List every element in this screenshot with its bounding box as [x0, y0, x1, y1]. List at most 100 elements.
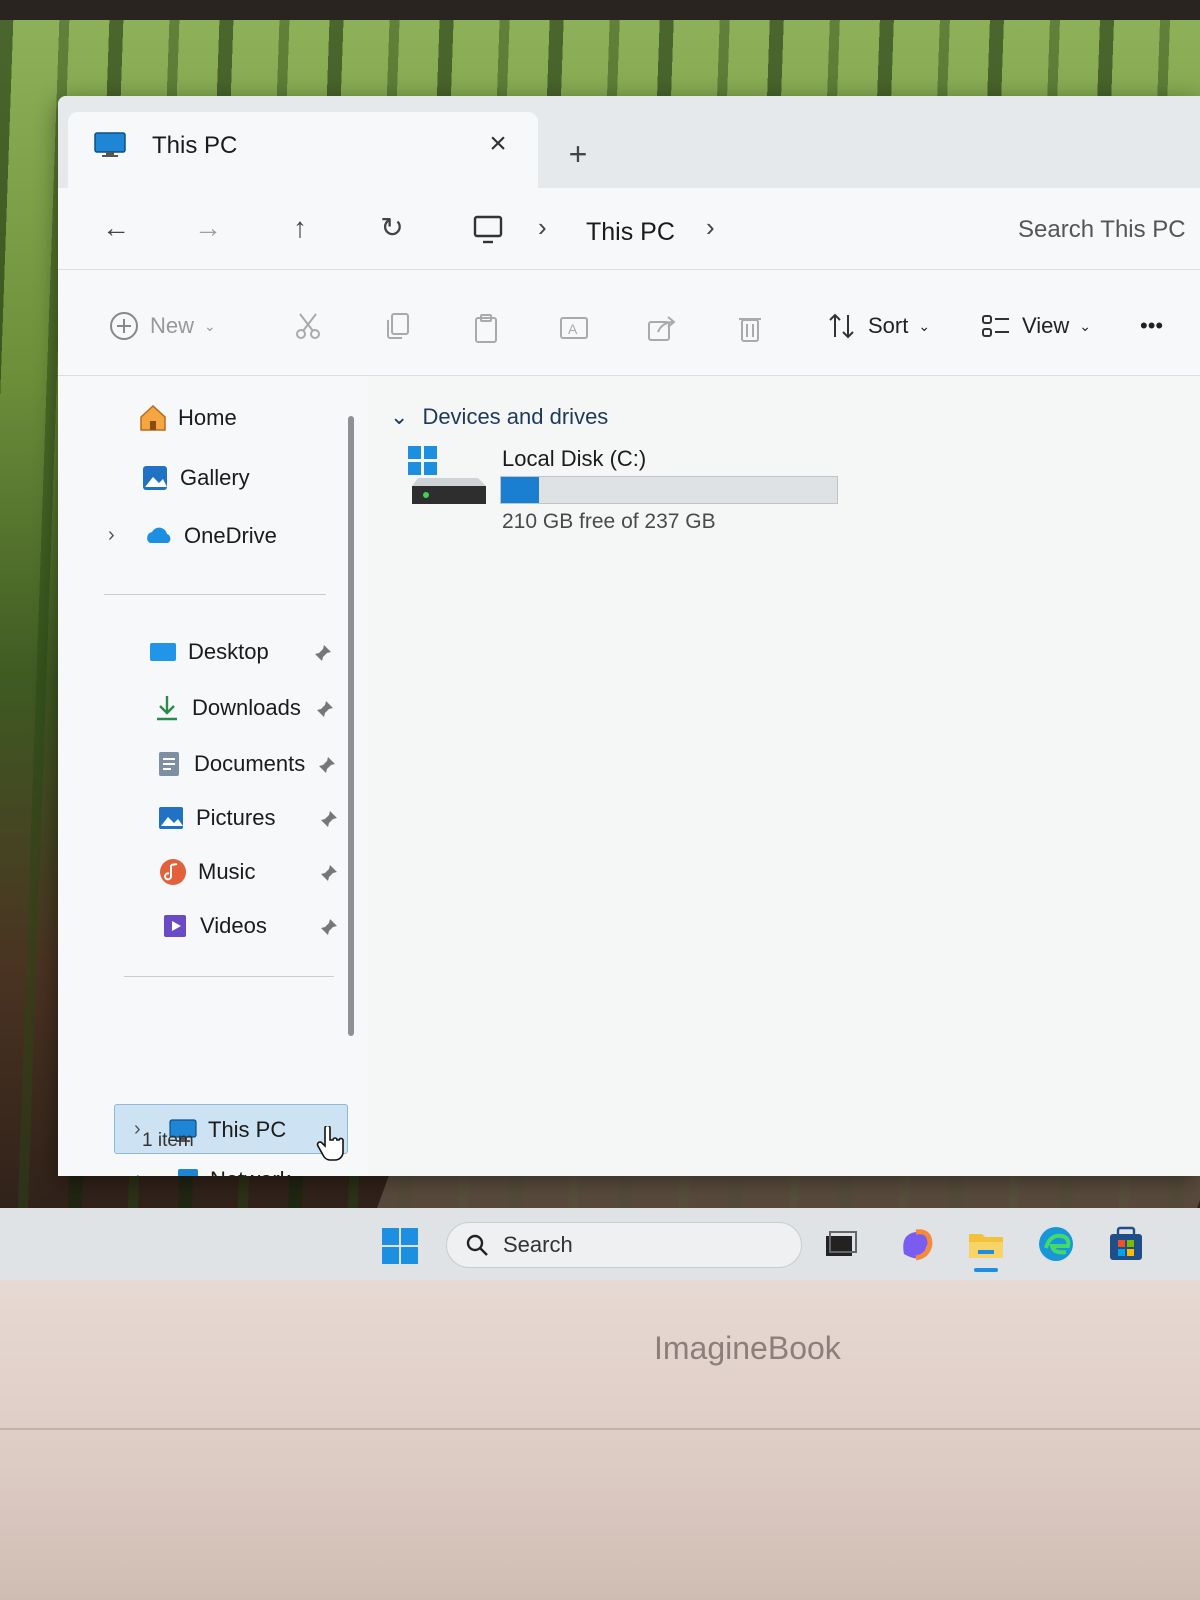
drive-free-space: 210 GB free of 237 GB	[502, 510, 716, 533]
sort-label: Sort	[868, 313, 909, 338]
close-tab-button[interactable]: ×	[480, 126, 516, 162]
sort-button[interactable]: Sort ⌄	[826, 306, 930, 346]
sidebar-item-label: Documents	[194, 751, 306, 776]
share-icon[interactable]	[646, 312, 678, 344]
task-view-icon[interactable]	[820, 1224, 860, 1264]
navigation-pane: Home Gallery › OneDrive Desktop Download…	[58, 376, 368, 1176]
brand-logo: ImagineBook	[654, 1330, 841, 1366]
expand-network-chevron[interactable]: ›	[136, 1168, 143, 1176]
windows-start-icon[interactable]	[380, 1226, 420, 1266]
navigation-scrollbar[interactable]	[348, 416, 354, 1036]
copilot-icon[interactable]	[896, 1224, 936, 1264]
group-header-label: Devices and drives	[422, 404, 609, 429]
sidebar-item-label: OneDrive	[184, 523, 277, 548]
rename-icon[interactable]: A	[558, 312, 590, 344]
sidebar-item-onedrive[interactable]: OneDrive	[144, 514, 277, 558]
chevron-down-icon: ⌄	[1079, 317, 1092, 334]
sort-icon	[829, 313, 854, 339]
breadcrumb-separator[interactable]: ›	[538, 212, 547, 243]
view-button[interactable]: View ⌄	[980, 306, 1091, 346]
breadcrumb-this-pc[interactable]: This PC	[586, 218, 675, 247]
drive-icon	[408, 446, 486, 504]
new-label: New	[150, 313, 195, 338]
file-explorer-window: This PC × + ← → ↑ ↻ › This PC › Search T…	[58, 96, 1200, 1176]
chevron-down-icon: ⌄	[390, 404, 409, 429]
sidebar-item-gallery[interactable]: Gallery	[140, 456, 250, 500]
sidebar-item-music[interactable]: Music	[158, 850, 255, 894]
breadcrumb-separator-end[interactable]: ›	[706, 212, 715, 243]
sidebar-item-videos[interactable]: Videos	[160, 904, 267, 948]
sidebar-divider	[124, 976, 334, 977]
pin-icon[interactable]	[314, 644, 332, 662]
sidebar-item-label: Gallery	[180, 465, 250, 490]
expand-this-pc-chevron[interactable]: ›	[134, 1118, 141, 1141]
active-app-indicator	[974, 1268, 998, 1272]
screen-bezel	[0, 0, 1200, 20]
pin-icon[interactable]	[318, 756, 336, 774]
sidebar-item-label: This PC	[208, 1117, 287, 1142]
back-button[interactable]: ←	[94, 206, 138, 250]
pictures-icon	[159, 807, 183, 829]
desktop-icon	[150, 643, 176, 661]
sidebar-item-label: Network	[210, 1167, 291, 1176]
search-input[interactable]: Search This PC	[1018, 216, 1200, 256]
breadcrumb-monitor-icon[interactable]	[472, 214, 504, 246]
sidebar-item-label: Desktop	[188, 639, 269, 664]
view-label: View	[1022, 313, 1070, 338]
taskbar-search-label: Search	[503, 1232, 573, 1257]
tab-title: This PC	[152, 132, 238, 159]
gallery-icon	[143, 466, 167, 490]
downloads-icon	[157, 696, 177, 721]
cut-icon[interactable]	[292, 310, 324, 342]
sidebar-item-label: Pictures	[196, 805, 276, 830]
command-bar: New ⌄ A Sort ⌄ View ⌄ •••	[58, 270, 1200, 376]
documents-icon	[159, 752, 179, 776]
pin-icon[interactable]	[320, 918, 338, 936]
chevron-down-icon: ⌄	[204, 317, 216, 334]
network-icon	[178, 1169, 198, 1176]
sidebar-item-documents[interactable]: Documents	[154, 742, 305, 786]
tab-this-pc[interactable]: This PC ×	[68, 112, 538, 188]
search-icon	[466, 1234, 488, 1256]
pin-icon[interactable]	[320, 810, 338, 828]
chevron-down-icon: ⌄	[918, 317, 931, 334]
forward-button[interactable]: →	[186, 206, 230, 250]
plus-circle-icon	[110, 312, 138, 340]
store-icon[interactable]	[1106, 1224, 1146, 1264]
copy-icon[interactable]	[382, 310, 414, 342]
sidebar-item-downloads[interactable]: Downloads	[152, 686, 301, 730]
sidebar-item-label: Downloads	[192, 695, 301, 720]
edge-icon[interactable]	[1036, 1224, 1076, 1264]
sidebar-item-network[interactable]: Network	[170, 1158, 291, 1176]
sidebar-item-label: Music	[198, 859, 256, 884]
content-pane: ⌄ Devices and drives Local Disk (C:) 210…	[368, 376, 1200, 1176]
hand-cursor-icon	[316, 1126, 344, 1161]
up-button[interactable]: ↑	[278, 206, 322, 250]
drive-usage-fill	[501, 477, 540, 503]
pin-icon[interactable]	[316, 700, 334, 718]
sidebar-item-home[interactable]: Home	[138, 396, 237, 440]
drive-name: Local Disk (C:)	[502, 446, 647, 471]
file-explorer-icon[interactable]	[966, 1224, 1006, 1264]
svg-text:A: A	[568, 321, 578, 337]
new-tab-button[interactable]: +	[560, 136, 596, 172]
onedrive-icon	[147, 527, 171, 543]
title-bar: This PC × +	[58, 96, 1200, 188]
paste-icon[interactable]	[470, 312, 502, 344]
music-icon	[160, 859, 186, 885]
taskbar-search[interactable]: Search	[446, 1222, 802, 1268]
sidebar-item-pictures[interactable]: Pictures	[156, 796, 275, 840]
devices-and-drives-header[interactable]: ⌄ Devices and drives	[390, 404, 608, 430]
laptop-chassis: ImagineBook	[0, 1280, 1200, 1600]
refresh-button[interactable]: ↻	[370, 206, 414, 250]
sidebar-divider	[104, 594, 326, 595]
videos-icon	[164, 915, 186, 937]
delete-icon[interactable]	[734, 312, 766, 344]
sidebar-item-desktop[interactable]: Desktop	[148, 630, 269, 674]
more-options-button[interactable]: •••	[1140, 306, 1163, 346]
expand-onedrive-chevron[interactable]: ›	[108, 524, 115, 547]
pin-icon[interactable]	[320, 864, 338, 882]
drive-local-disk-c[interactable]: Local Disk (C:) 210 GB free of 237 GB	[408, 446, 848, 546]
sidebar-item-label: Home	[178, 405, 237, 430]
new-button[interactable]: New ⌄	[108, 306, 216, 346]
